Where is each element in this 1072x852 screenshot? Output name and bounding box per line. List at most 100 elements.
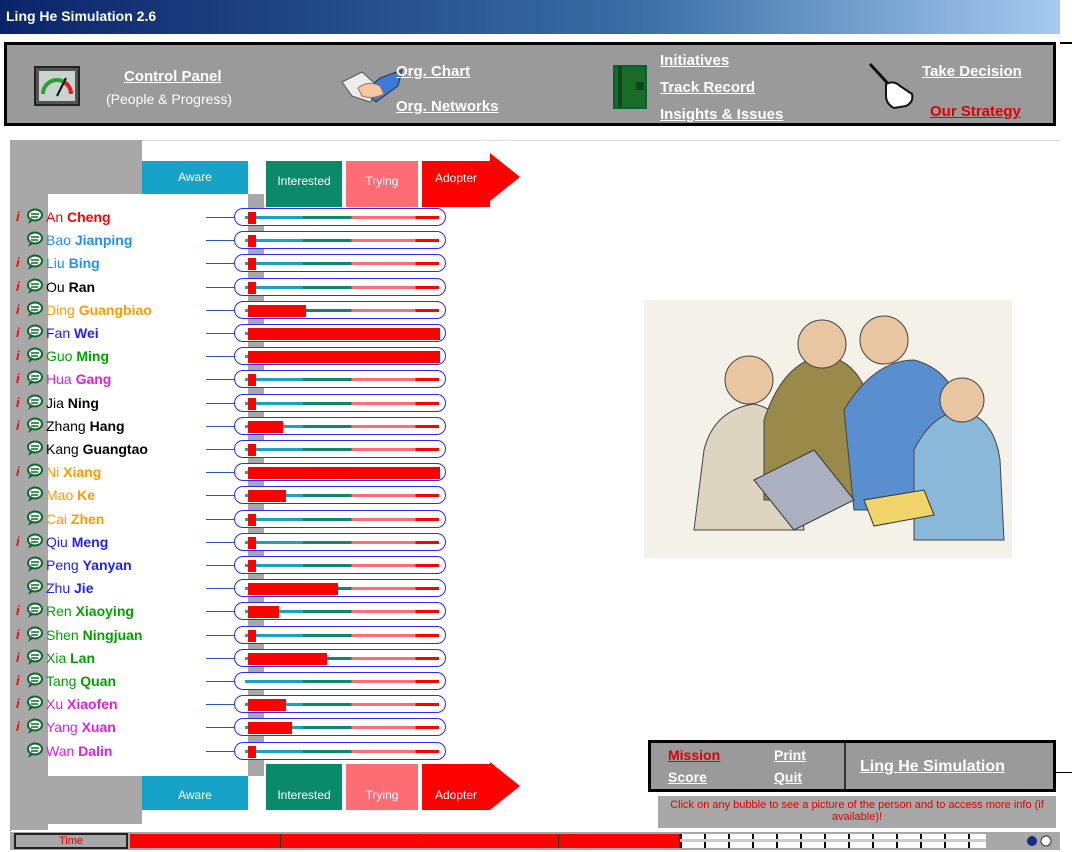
person-name[interactable]: Jia Ning: [46, 395, 99, 411]
speech-bubble-icon[interactable]: [26, 370, 43, 387]
progress-track[interactable]: [234, 579, 446, 598]
person-name[interactable]: Ou Ran: [46, 279, 95, 295]
progress-track[interactable]: [234, 440, 446, 458]
progress-track[interactable]: [234, 695, 446, 714]
person-name[interactable]: Zhang Hang: [46, 418, 125, 434]
info-icon[interactable]: i: [16, 279, 20, 294]
book-icon[interactable]: [612, 64, 648, 110]
progress-track[interactable]: [234, 254, 446, 273]
our-strategy-link[interactable]: Our Strategy: [930, 103, 1021, 120]
person-name[interactable]: Cai Zhen: [46, 511, 104, 527]
take-decision-link[interactable]: Take Decision: [922, 63, 1022, 80]
info-icon[interactable]: i: [16, 719, 20, 734]
speech-bubble-icon[interactable]: [26, 695, 43, 712]
info-icon[interactable]: i: [16, 696, 20, 711]
progress-track[interactable]: [234, 625, 446, 644]
progress-track[interactable]: [234, 463, 446, 482]
progress-track[interactable]: [234, 741, 446, 760]
speech-bubble-icon[interactable]: [26, 208, 43, 225]
speech-bubble-icon[interactable]: [26, 440, 43, 457]
person-name[interactable]: Fan Wei: [46, 325, 99, 341]
speech-bubble-icon[interactable]: [26, 510, 43, 527]
person-name[interactable]: Peng Yanyan: [46, 557, 132, 573]
person-name[interactable]: Ren Xiaoying: [46, 603, 134, 619]
person-name[interactable]: Tang Quan: [46, 673, 116, 689]
person-name[interactable]: Xu Xiaofen: [46, 696, 118, 712]
progress-track[interactable]: [234, 556, 446, 574]
page-dots-icon[interactable]: [1024, 835, 1054, 847]
person-name[interactable]: Zhu Jie: [46, 580, 93, 596]
speech-bubble-icon[interactable]: [26, 254, 43, 271]
track-record-link[interactable]: Track Record: [660, 79, 755, 96]
person-name[interactable]: Qiu Meng: [46, 534, 108, 550]
control-panel-link[interactable]: Control Panel: [124, 68, 222, 85]
progress-track[interactable]: [234, 347, 446, 366]
person-name[interactable]: Liu Bing: [46, 255, 100, 271]
speech-bubble-icon[interactable]: [26, 626, 43, 643]
info-icon[interactable]: i: [16, 418, 20, 433]
info-icon[interactable]: i: [16, 650, 20, 665]
progress-track[interactable]: [234, 370, 446, 389]
org-networks-link[interactable]: Org. Networks: [396, 98, 499, 115]
speech-bubble-icon[interactable]: [26, 324, 43, 341]
person-name[interactable]: Yang Xuan: [46, 719, 116, 735]
org-chart-link[interactable]: Org. Chart: [396, 63, 470, 80]
person-name[interactable]: An Cheng: [46, 209, 111, 225]
speech-bubble-icon[interactable]: [26, 718, 43, 735]
progress-track[interactable]: [234, 648, 446, 667]
quit-link[interactable]: Quit: [774, 769, 802, 785]
speech-bubble-icon[interactable]: [26, 533, 43, 550]
info-icon[interactable]: i: [16, 209, 20, 224]
progress-track[interactable]: [234, 486, 446, 505]
speech-bubble-icon[interactable]: [26, 649, 43, 666]
speech-bubble-icon[interactable]: [26, 394, 43, 411]
speech-bubble-icon[interactable]: [26, 301, 43, 318]
speech-bubble-icon[interactable]: [26, 742, 43, 759]
speech-bubble-icon[interactable]: [26, 579, 43, 596]
info-icon[interactable]: i: [16, 673, 20, 688]
progress-track[interactable]: [234, 532, 446, 551]
info-icon[interactable]: i: [16, 627, 20, 642]
person-name[interactable]: Wan Dalin: [46, 743, 112, 759]
progress-track[interactable]: [234, 393, 446, 412]
person-name[interactable]: Shen Ningjuan: [46, 627, 142, 643]
person-name[interactable]: Kang Guangtao: [46, 441, 148, 457]
info-icon[interactable]: i: [16, 348, 20, 363]
speech-bubble-icon[interactable]: [26, 602, 43, 619]
progress-track[interactable]: [234, 300, 446, 319]
progress-track[interactable]: [234, 509, 446, 528]
progress-track[interactable]: [234, 416, 446, 435]
info-icon[interactable]: i: [16, 395, 20, 410]
speech-bubble-icon[interactable]: [26, 347, 43, 364]
initiatives-link[interactable]: Initiatives: [660, 52, 729, 69]
speech-bubble-icon[interactable]: [26, 231, 43, 248]
insights-issues-link[interactable]: Insights & Issues: [660, 106, 783, 123]
speech-bubble-icon[interactable]: [26, 417, 43, 434]
speech-bubble-icon[interactable]: [26, 486, 43, 503]
progress-track[interactable]: [234, 718, 446, 737]
ling-he-simulation-link[interactable]: Ling He Simulation: [860, 758, 1005, 776]
progress-track[interactable]: [234, 672, 446, 690]
handshake-icon[interactable]: [340, 62, 404, 106]
progress-track[interactable]: [234, 231, 446, 250]
print-link[interactable]: Print: [774, 747, 806, 763]
info-icon[interactable]: i: [16, 255, 20, 270]
speech-bubble-icon[interactable]: [26, 278, 43, 295]
person-name[interactable]: Xia Lan: [46, 650, 95, 666]
info-icon[interactable]: i: [16, 464, 20, 479]
info-icon[interactable]: i: [16, 371, 20, 386]
info-icon[interactable]: i: [16, 302, 20, 317]
progress-track[interactable]: [234, 208, 446, 226]
pointing-hand-icon[interactable]: [866, 60, 916, 112]
person-name[interactable]: Hua Gang: [46, 371, 111, 387]
progress-track[interactable]: [234, 324, 446, 342]
score-link[interactable]: Score: [668, 769, 707, 785]
person-name[interactable]: Mao Ke: [46, 487, 95, 503]
gauge-icon[interactable]: [34, 66, 80, 106]
speech-bubble-icon[interactable]: [26, 463, 43, 480]
progress-track[interactable]: [234, 602, 446, 621]
info-icon[interactable]: i: [16, 603, 20, 618]
person-name[interactable]: Guo Ming: [46, 348, 109, 364]
person-name[interactable]: Ni Xiang: [46, 464, 101, 480]
person-name[interactable]: Ding Guangbiao: [46, 302, 152, 318]
